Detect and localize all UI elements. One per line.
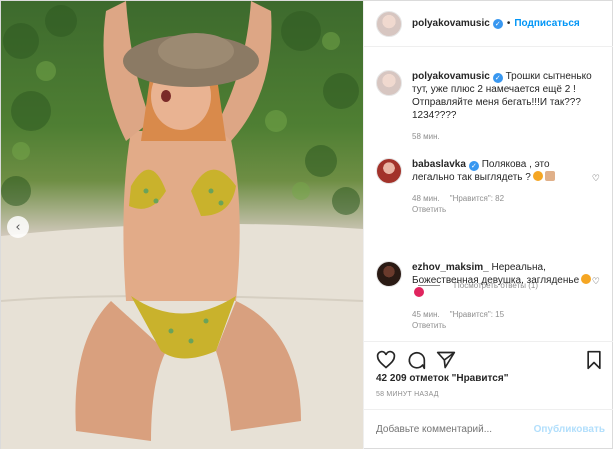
post-photo[interactable]: ‹ bbox=[1, 1, 363, 449]
comments-list[interactable]: polyakovamusic ✓ Трошки сытненько тут, уж… bbox=[364, 48, 613, 338]
follow-button[interactable]: Подписаться bbox=[514, 18, 579, 29]
comment-icon[interactable] bbox=[406, 350, 426, 370]
comment-input[interactable] bbox=[376, 424, 526, 435]
avatar[interactable] bbox=[376, 10, 402, 37]
comment-likes[interactable]: "Нравится": 15 bbox=[450, 310, 504, 319]
bookmark-icon[interactable] bbox=[584, 350, 604, 370]
heart-eyes-emoji-icon bbox=[581, 274, 592, 284]
avatar[interactable] bbox=[376, 158, 402, 184]
post-card: ‹ polyakovamusic ✓ • Подписаться polyako… bbox=[0, 0, 613, 449]
red-heart-emoji-icon bbox=[414, 287, 424, 297]
post-header: polyakovamusic ✓ • Подписаться bbox=[364, 1, 613, 47]
avatar[interactable] bbox=[376, 70, 402, 96]
comment-time[interactable]: 45 мин. bbox=[412, 310, 440, 319]
comment-time[interactable]: 48 мин. bbox=[412, 194, 440, 203]
list-item: babaslavka ✓ Полякова , это легально так … bbox=[376, 158, 606, 215]
caption-time[interactable]: 58 мин. bbox=[412, 132, 440, 141]
photo-illustration bbox=[1, 1, 363, 449]
verified-badge-icon: ✓ bbox=[468, 161, 479, 171]
verified-badge-icon: ✓ bbox=[492, 18, 503, 29]
comment-username[interactable]: ezhov_maksim_ bbox=[412, 262, 489, 273]
post-time[interactable]: 58 МИНУТ НАЗАД bbox=[376, 391, 439, 398]
chevron-left-icon[interactable]: ‹ bbox=[7, 216, 29, 238]
avatar[interactable] bbox=[376, 261, 402, 287]
heart-icon[interactable]: ♡ bbox=[592, 174, 600, 184]
grinning-emoji-icon bbox=[532, 171, 543, 181]
likes-count[interactable]: 42 209 отметок "Нравится" bbox=[376, 373, 508, 384]
publish-button[interactable]: Опубликовать bbox=[534, 424, 605, 435]
heart-icon[interactable]: ♡ bbox=[592, 277, 600, 287]
caption-username[interactable]: polyakovamusic bbox=[412, 71, 490, 82]
header-username[interactable]: polyakovamusic bbox=[412, 18, 490, 29]
thumbs-up-emoji-icon bbox=[544, 171, 555, 181]
list-item: ezhov_maksim_ Нереальна, Божественная де… bbox=[376, 261, 606, 331]
reply-button[interactable]: Ответить bbox=[412, 205, 446, 214]
action-bar bbox=[364, 341, 613, 377]
heart-icon[interactable] bbox=[376, 350, 396, 370]
header-separator: • bbox=[506, 18, 511, 29]
caption: polyakovamusic ✓ Трошки сытненько тут, уж… bbox=[376, 70, 606, 142]
reply-button[interactable]: Ответить bbox=[412, 321, 446, 330]
comment-username[interactable]: babaslavka bbox=[412, 159, 466, 170]
verified-badge-icon: ✓ bbox=[492, 73, 503, 83]
paper-plane-icon[interactable] bbox=[436, 350, 456, 370]
add-comment-bar: Опубликовать bbox=[364, 409, 613, 449]
post-sidebar: polyakovamusic ✓ • Подписаться polyakova… bbox=[363, 1, 613, 449]
comment-likes[interactable]: "Нравится": 82 bbox=[450, 194, 504, 203]
